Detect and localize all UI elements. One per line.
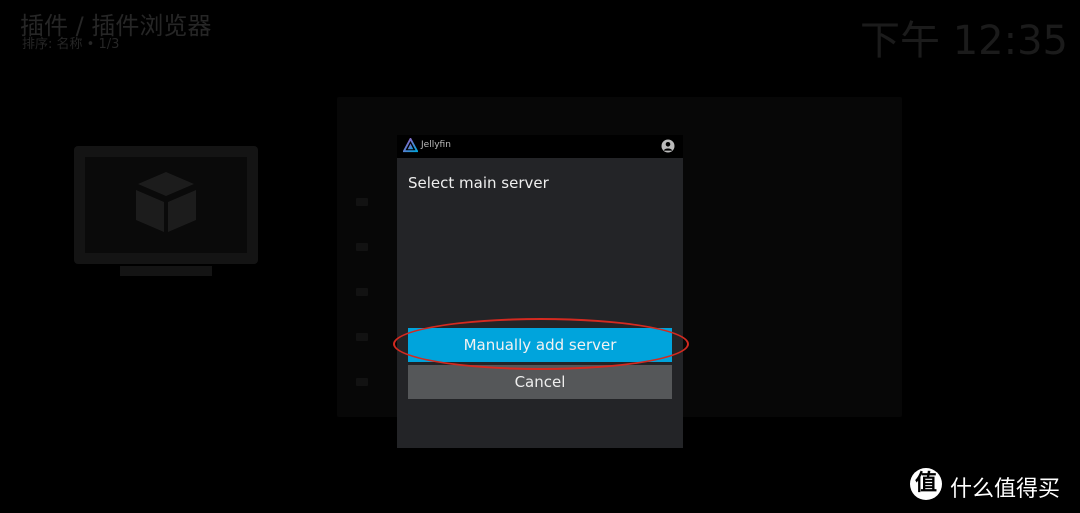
watermark-logo-icon: 值: [910, 468, 942, 500]
jellyfin-logo-icon: [403, 138, 418, 153]
list-marker: [356, 288, 368, 296]
list-marker: [356, 333, 368, 341]
user-icon[interactable]: [661, 139, 675, 153]
clock: 下午 12:35: [860, 18, 1068, 64]
manually-add-server-button[interactable]: Manually add server: [408, 328, 672, 362]
addon-list-markers: [356, 198, 368, 423]
watermark-text: 什么值得买: [950, 477, 1061, 502]
dialog-header-bar: Jellyfin: [397, 135, 683, 158]
sort-info: 排序: 名称 • 1/3: [22, 37, 120, 52]
addon-box-icon: [136, 172, 196, 232]
list-marker: [356, 198, 368, 206]
cancel-button[interactable]: Cancel: [408, 365, 672, 399]
app-name: Jellyfin: [421, 140, 451, 150]
list-marker: [356, 243, 368, 251]
select-server-dialog: Select main server Manually add server C…: [397, 158, 683, 448]
list-marker: [356, 378, 368, 386]
monitor-stand: [120, 266, 212, 276]
dialog-title: Select main server: [408, 174, 549, 192]
